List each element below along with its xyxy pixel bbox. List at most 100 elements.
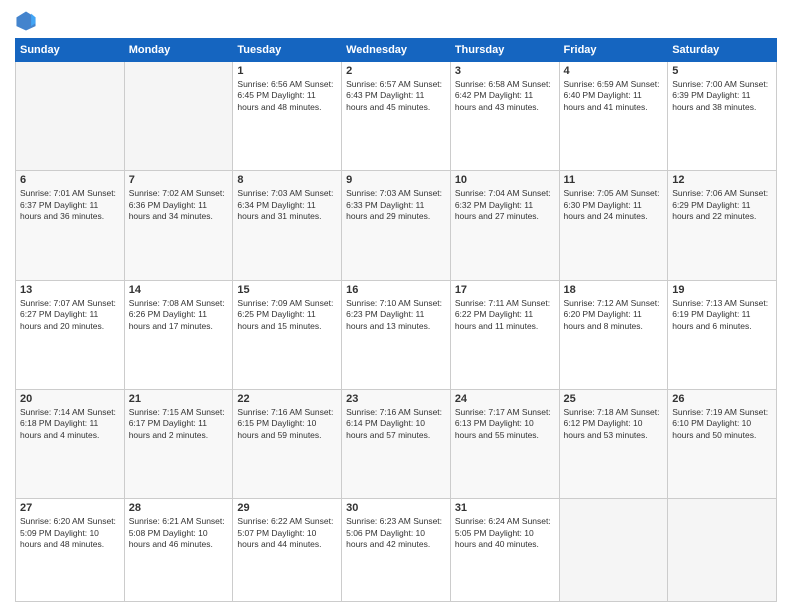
day-info: Sunrise: 6:58 AM Sunset: 6:42 PM Dayligh… — [455, 79, 555, 113]
weekday-header-saturday: Saturday — [668, 39, 777, 62]
calendar-cell: 1 Sunrise: 6:56 AM Sunset: 6:45 PM Daylig… — [233, 62, 342, 171]
day-number: 5 — [672, 65, 772, 77]
day-info: Sunrise: 7:01 AM Sunset: 6:37 PM Dayligh… — [20, 188, 120, 222]
day-info: Sunrise: 7:16 AM Sunset: 6:14 PM Dayligh… — [346, 407, 446, 441]
weekday-header-monday: Monday — [124, 39, 233, 62]
day-info: Sunrise: 7:03 AM Sunset: 6:34 PM Dayligh… — [237, 188, 337, 222]
day-number: 13 — [20, 284, 120, 296]
day-info: Sunrise: 7:12 AM Sunset: 6:20 PM Dayligh… — [564, 298, 664, 332]
calendar-week-row: 1 Sunrise: 6:56 AM Sunset: 6:45 PM Daylig… — [16, 62, 777, 171]
calendar-week-row: 6 Sunrise: 7:01 AM Sunset: 6:37 PM Daylig… — [16, 171, 777, 280]
day-info: Sunrise: 6:59 AM Sunset: 6:40 PM Dayligh… — [564, 79, 664, 113]
calendar-week-row: 13 Sunrise: 7:07 AM Sunset: 6:27 PM Dayli… — [16, 280, 777, 389]
day-info: Sunrise: 7:08 AM Sunset: 6:26 PM Dayligh… — [129, 298, 229, 332]
day-info: Sunrise: 7:05 AM Sunset: 6:30 PM Dayligh… — [564, 188, 664, 222]
calendar-cell: 11 Sunrise: 7:05 AM Sunset: 6:30 PM Dayli… — [559, 171, 668, 280]
calendar-cell: 14 Sunrise: 7:08 AM Sunset: 6:26 PM Dayli… — [124, 280, 233, 389]
day-info: Sunrise: 7:07 AM Sunset: 6:27 PM Dayligh… — [20, 298, 120, 332]
calendar-cell: 8 Sunrise: 7:03 AM Sunset: 6:34 PM Daylig… — [233, 171, 342, 280]
calendar-cell: 29 Sunrise: 6:22 AM Sunset: 5:07 PM Dayli… — [233, 499, 342, 602]
day-info: Sunrise: 7:16 AM Sunset: 6:15 PM Dayligh… — [237, 407, 337, 441]
day-number: 2 — [346, 65, 446, 77]
weekday-header-tuesday: Tuesday — [233, 39, 342, 62]
day-number: 20 — [20, 393, 120, 405]
day-number: 24 — [455, 393, 555, 405]
day-number: 30 — [346, 502, 446, 514]
day-number: 29 — [237, 502, 337, 514]
calendar-cell — [559, 499, 668, 602]
day-info: Sunrise: 7:14 AM Sunset: 6:18 PM Dayligh… — [20, 407, 120, 441]
calendar-week-row: 27 Sunrise: 6:20 AM Sunset: 5:09 PM Dayli… — [16, 499, 777, 602]
day-number: 21 — [129, 393, 229, 405]
day-number: 1 — [237, 65, 337, 77]
calendar-cell — [16, 62, 125, 171]
calendar-cell: 26 Sunrise: 7:19 AM Sunset: 6:10 PM Dayli… — [668, 389, 777, 498]
weekday-header-row: SundayMondayTuesdayWednesdayThursdayFrid… — [16, 39, 777, 62]
weekday-header-friday: Friday — [559, 39, 668, 62]
day-info: Sunrise: 7:15 AM Sunset: 6:17 PM Dayligh… — [129, 407, 229, 441]
logo-icon — [15, 10, 37, 32]
weekday-header-sunday: Sunday — [16, 39, 125, 62]
calendar-cell: 4Sunrise: 6:59 AM Sunset: 6:40 PM Daylig… — [559, 62, 668, 171]
day-number: 27 — [20, 502, 120, 514]
calendar-week-row: 20 Sunrise: 7:14 AM Sunset: 6:18 PM Dayli… — [16, 389, 777, 498]
day-info: Sunrise: 7:02 AM Sunset: 6:36 PM Dayligh… — [129, 188, 229, 222]
calendar-cell: 7 Sunrise: 7:02 AM Sunset: 6:36 PM Daylig… — [124, 171, 233, 280]
day-info: Sunrise: 7:06 AM Sunset: 6:29 PM Dayligh… — [672, 188, 772, 222]
day-number: 17 — [455, 284, 555, 296]
calendar-cell: 27 Sunrise: 6:20 AM Sunset: 5:09 PM Dayli… — [16, 499, 125, 602]
day-info: Sunrise: 7:09 AM Sunset: 6:25 PM Dayligh… — [237, 298, 337, 332]
day-number: 28 — [129, 502, 229, 514]
calendar-cell: 3 Sunrise: 6:58 AM Sunset: 6:42 PM Daylig… — [450, 62, 559, 171]
day-number: 11 — [564, 174, 664, 186]
calendar-table: SundayMondayTuesdayWednesdayThursdayFrid… — [15, 38, 777, 602]
day-info: Sunrise: 7:17 AM Sunset: 6:13 PM Dayligh… — [455, 407, 555, 441]
day-number: 6 — [20, 174, 120, 186]
day-info: Sunrise: 6:56 AM Sunset: 6:45 PM Dayligh… — [237, 79, 337, 113]
calendar-cell: 18 Sunrise: 7:12 AM Sunset: 6:20 PM Dayli… — [559, 280, 668, 389]
header — [15, 10, 777, 32]
day-info: Sunrise: 6:57 AM Sunset: 6:43 PM Dayligh… — [346, 79, 446, 113]
day-number: 15 — [237, 284, 337, 296]
day-info: Sunrise: 7:13 AM Sunset: 6:19 PM Dayligh… — [672, 298, 772, 332]
day-info: Sunrise: 7:00 AM Sunset: 6:39 PM Dayligh… — [672, 79, 772, 113]
weekday-header-thursday: Thursday — [450, 39, 559, 62]
day-number: 18 — [564, 284, 664, 296]
day-number: 10 — [455, 174, 555, 186]
calendar-cell: 2 Sunrise: 6:57 AM Sunset: 6:43 PM Daylig… — [342, 62, 451, 171]
day-number: 3 — [455, 65, 555, 77]
calendar-cell — [124, 62, 233, 171]
calendar-cell: 23 Sunrise: 7:16 AM Sunset: 6:14 PM Dayli… — [342, 389, 451, 498]
calendar-cell: 20 Sunrise: 7:14 AM Sunset: 6:18 PM Dayli… — [16, 389, 125, 498]
day-number: 26 — [672, 393, 772, 405]
day-number: 8 — [237, 174, 337, 186]
day-number: 31 — [455, 502, 555, 514]
page: SundayMondayTuesdayWednesdayThursdayFrid… — [0, 0, 792, 612]
calendar-cell: 16Sunrise: 7:10 AM Sunset: 6:23 PM Dayli… — [342, 280, 451, 389]
day-info: Sunrise: 6:22 AM Sunset: 5:07 PM Dayligh… — [237, 516, 337, 550]
day-info: Sunrise: 7:11 AM Sunset: 6:22 PM Dayligh… — [455, 298, 555, 332]
calendar-cell — [668, 499, 777, 602]
day-number: 14 — [129, 284, 229, 296]
day-info: Sunrise: 6:20 AM Sunset: 5:09 PM Dayligh… — [20, 516, 120, 550]
logo — [15, 10, 41, 32]
calendar-cell: 12 Sunrise: 7:06 AM Sunset: 6:29 PM Dayli… — [668, 171, 777, 280]
day-info: Sunrise: 6:21 AM Sunset: 5:08 PM Dayligh… — [129, 516, 229, 550]
day-info: Sunrise: 7:18 AM Sunset: 6:12 PM Dayligh… — [564, 407, 664, 441]
calendar-cell: 25 Sunrise: 7:18 AM Sunset: 6:12 PM Dayli… — [559, 389, 668, 498]
day-number: 23 — [346, 393, 446, 405]
day-info: Sunrise: 7:03 AM Sunset: 6:33 PM Dayligh… — [346, 188, 446, 222]
calendar-cell: 19Sunrise: 7:13 AM Sunset: 6:19 PM Dayli… — [668, 280, 777, 389]
calendar-cell: 28 Sunrise: 6:21 AM Sunset: 5:08 PM Dayli… — [124, 499, 233, 602]
day-number: 12 — [672, 174, 772, 186]
calendar-cell: 22Sunrise: 7:16 AM Sunset: 6:15 PM Dayli… — [233, 389, 342, 498]
calendar-cell: 31Sunrise: 6:24 AM Sunset: 5:05 PM Dayli… — [450, 499, 559, 602]
calendar-cell: 10Sunrise: 7:04 AM Sunset: 6:32 PM Dayli… — [450, 171, 559, 280]
day-number: 7 — [129, 174, 229, 186]
day-info: Sunrise: 7:10 AM Sunset: 6:23 PM Dayligh… — [346, 298, 446, 332]
calendar-cell: 21 Sunrise: 7:15 AM Sunset: 6:17 PM Dayli… — [124, 389, 233, 498]
day-number: 25 — [564, 393, 664, 405]
day-info: Sunrise: 7:19 AM Sunset: 6:10 PM Dayligh… — [672, 407, 772, 441]
calendar-cell: 15 Sunrise: 7:09 AM Sunset: 6:25 PM Dayli… — [233, 280, 342, 389]
calendar-cell: 24 Sunrise: 7:17 AM Sunset: 6:13 PM Dayli… — [450, 389, 559, 498]
